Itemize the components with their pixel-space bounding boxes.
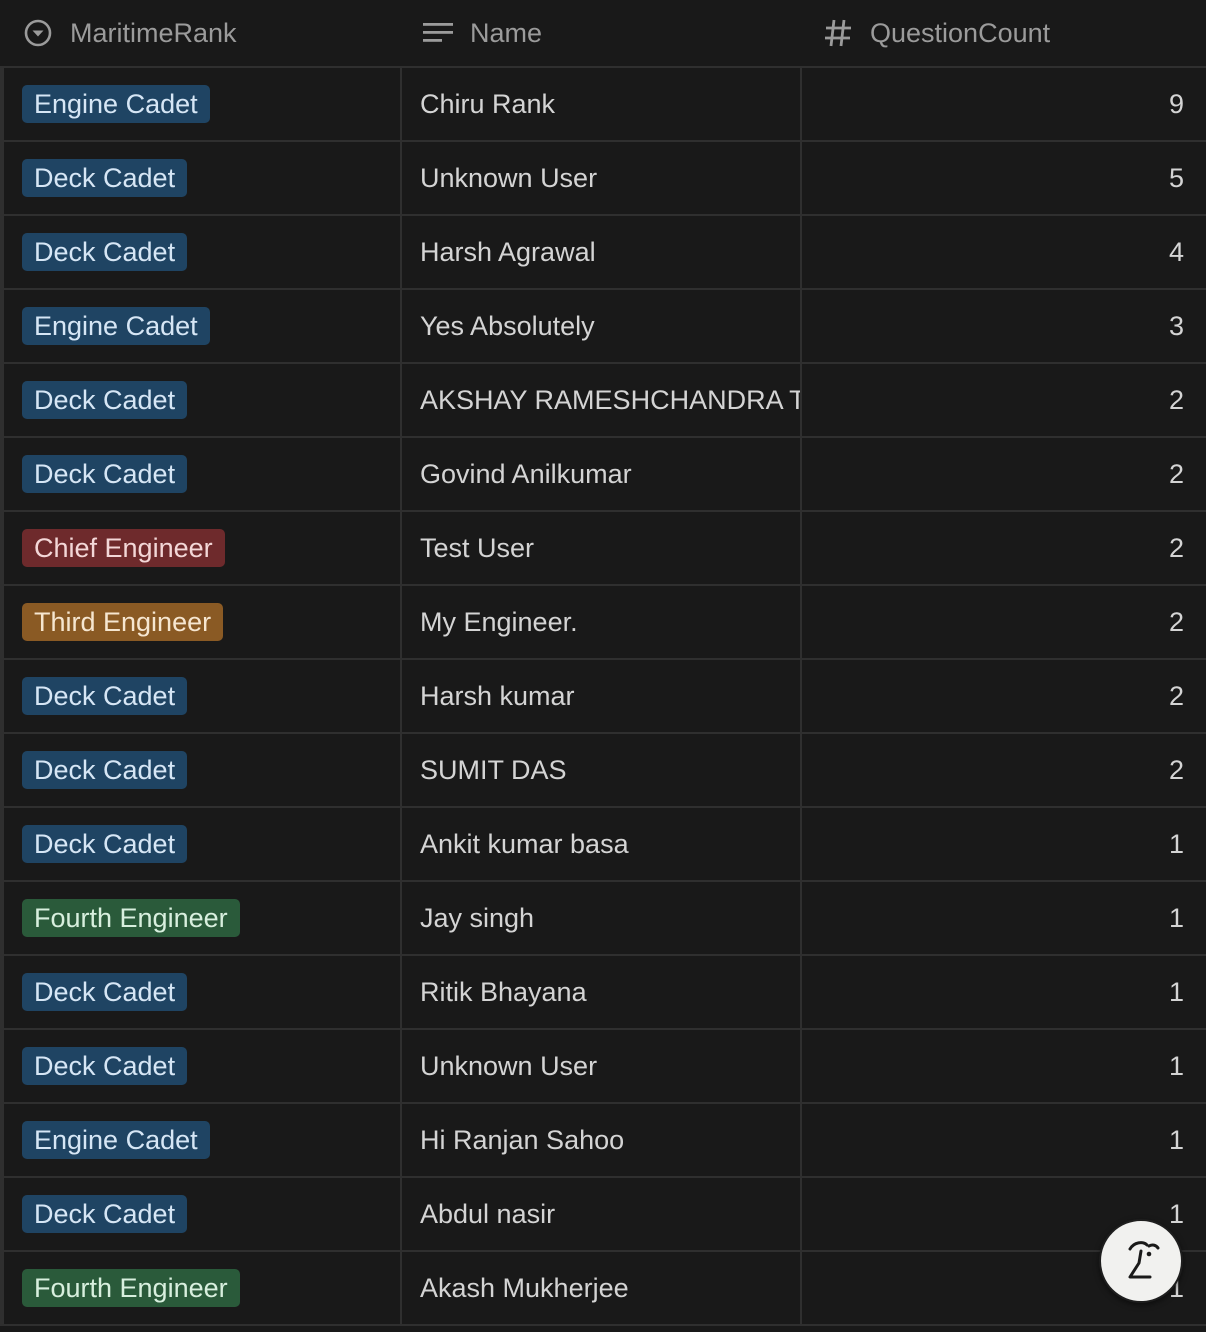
- cell-maritime-rank[interactable]: Third Engineer: [4, 586, 400, 658]
- cell-maritime-rank[interactable]: Deck Cadet: [4, 142, 400, 214]
- cell-name[interactable]: Ritik Bhayana: [400, 956, 800, 1028]
- cell-name[interactable]: Jay singh: [400, 882, 800, 954]
- cell-name[interactable]: My Engineer.: [400, 586, 800, 658]
- column-header-question-count[interactable]: QuestionCount: [800, 0, 1200, 66]
- cell-question-count[interactable]: 2: [800, 660, 1202, 732]
- cell-maritime-rank[interactable]: Deck Cadet: [4, 1178, 400, 1250]
- rank-tag: Deck Cadet: [22, 825, 188, 863]
- cell-question-count[interactable]: 2: [800, 438, 1202, 510]
- table-row[interactable]: Deck Cadet Abdul nasir 1: [0, 1178, 1206, 1252]
- rank-tag: Deck Cadet: [22, 677, 188, 715]
- cell-name[interactable]: Chiru Rank: [400, 68, 800, 140]
- rank-tag: Deck Cadet: [22, 233, 188, 271]
- table-header: MaritimeRank Name QuestionCount: [0, 0, 1206, 68]
- cell-question-count[interactable]: 2: [800, 586, 1202, 658]
- rank-tag: Fourth Engineer: [22, 1269, 240, 1307]
- text-lines-icon: [422, 17, 454, 49]
- cell-maritime-rank[interactable]: Deck Cadet: [4, 956, 400, 1028]
- cell-maritime-rank[interactable]: Engine Cadet: [4, 1104, 400, 1176]
- cell-maritime-rank[interactable]: Deck Cadet: [4, 734, 400, 806]
- cell-name[interactable]: Ankit kumar basa: [400, 808, 800, 880]
- rank-tag: Deck Cadet: [22, 1047, 188, 1085]
- cell-question-count[interactable]: 5: [800, 142, 1202, 214]
- table-row[interactable]: Engine Cadet Chiru Rank 9: [0, 68, 1206, 142]
- cell-question-count[interactable]: 9: [800, 68, 1202, 140]
- column-header-name[interactable]: Name: [400, 0, 800, 66]
- cell-maritime-rank[interactable]: Deck Cadet: [4, 216, 400, 288]
- table-row[interactable]: Third Engineer My Engineer. 2: [0, 586, 1206, 660]
- hash-icon: [822, 17, 854, 49]
- cell-name[interactable]: Hi Ranjan Sahoo: [400, 1104, 800, 1176]
- cell-question-count[interactable]: 4: [800, 216, 1202, 288]
- cell-question-count[interactable]: 1: [800, 882, 1202, 954]
- table-body: Engine Cadet Chiru Rank 9 Deck Cadet Unknown…: [0, 68, 1206, 1326]
- table-row[interactable]: Engine Cadet Hi Ranjan Sahoo 1: [0, 1104, 1206, 1178]
- cell-question-count[interactable]: 2: [800, 734, 1202, 806]
- table-row[interactable]: Chief Engineer Test User 2: [0, 512, 1206, 586]
- table-row[interactable]: Fourth Engineer Akash Mukherjee 1: [0, 1252, 1206, 1326]
- cell-question-count[interactable]: 1: [800, 1104, 1202, 1176]
- rank-tag: Deck Cadet: [22, 381, 188, 419]
- cell-maritime-rank[interactable]: Deck Cadet: [4, 438, 400, 510]
- table-row[interactable]: Fourth Engineer Jay singh 1: [0, 882, 1206, 956]
- cell-name[interactable]: Harsh kumar: [400, 660, 800, 732]
- cell-name[interactable]: Harsh Agrawal: [400, 216, 800, 288]
- table-row[interactable]: Deck Cadet AKSHAY RAMESHCHANDRA T2: [0, 364, 1206, 438]
- rank-tag: Deck Cadet: [22, 159, 188, 197]
- cell-maritime-rank[interactable]: Deck Cadet: [4, 808, 400, 880]
- cell-name[interactable]: SUMIT DAS: [400, 734, 800, 806]
- rank-tag: Third Engineer: [22, 603, 224, 641]
- rank-tag: Deck Cadet: [22, 1195, 188, 1233]
- table-row[interactable]: Deck Cadet Unknown User 1: [0, 1030, 1206, 1104]
- rank-tag: Engine Cadet: [22, 85, 210, 123]
- cell-question-count[interactable]: 1: [800, 808, 1202, 880]
- column-header-maritime-rank[interactable]: MaritimeRank: [0, 0, 400, 66]
- rank-tag: Engine Cadet: [22, 1121, 210, 1159]
- cell-question-count[interactable]: 3: [800, 290, 1202, 362]
- notion-ai-face-icon: [1116, 1233, 1166, 1290]
- select-icon: [22, 17, 54, 49]
- cell-name[interactable]: Test User: [400, 512, 800, 584]
- cell-question-count[interactable]: 2: [800, 364, 1202, 436]
- cell-maritime-rank[interactable]: Deck Cadet: [4, 364, 400, 436]
- cell-question-count[interactable]: 2: [800, 512, 1202, 584]
- cell-name[interactable]: Abdul nasir: [400, 1178, 800, 1250]
- cell-maritime-rank[interactable]: Deck Cadet: [4, 660, 400, 732]
- cell-maritime-rank[interactable]: Engine Cadet: [4, 68, 400, 140]
- database-table: MaritimeRank Name QuestionCount Engine C…: [0, 0, 1206, 1332]
- cell-name[interactable]: Akash Mukherjee: [400, 1252, 800, 1324]
- table-row[interactable]: Engine Cadet Yes Absolutely 3: [0, 290, 1206, 364]
- cell-name[interactable]: Yes Absolutely: [400, 290, 800, 362]
- table-row[interactable]: Deck Cadet Unknown User 5: [0, 142, 1206, 216]
- table-row[interactable]: Deck Cadet Ankit kumar basa 1: [0, 808, 1206, 882]
- rank-tag: Fourth Engineer: [22, 899, 240, 937]
- cell-name[interactable]: AKSHAY RAMESHCHANDRA T: [400, 364, 800, 436]
- table-row[interactable]: Deck Cadet SUMIT DAS 2: [0, 734, 1206, 808]
- cell-maritime-rank[interactable]: Engine Cadet: [4, 290, 400, 362]
- rank-tag: Engine Cadet: [22, 307, 210, 345]
- cell-maritime-rank[interactable]: Fourth Engineer: [4, 1252, 400, 1324]
- cell-maritime-rank[interactable]: Deck Cadet: [4, 1030, 400, 1102]
- rank-tag: Deck Cadet: [22, 973, 188, 1011]
- cell-name[interactable]: Unknown User: [400, 1030, 800, 1102]
- table-row[interactable]: Deck Cadet Ritik Bhayana 1: [0, 956, 1206, 1030]
- rank-tag: Chief Engineer: [22, 529, 225, 567]
- column-header-label: MaritimeRank: [70, 17, 237, 48]
- cell-maritime-rank[interactable]: Fourth Engineer: [4, 882, 400, 954]
- rank-tag: Deck Cadet: [22, 455, 188, 493]
- rank-tag: Deck Cadet: [22, 751, 188, 789]
- cell-name[interactable]: Unknown User: [400, 142, 800, 214]
- table-row[interactable]: Deck Cadet Govind Anilkumar 2: [0, 438, 1206, 512]
- table-row[interactable]: Deck Cadet Harsh Agrawal 4: [0, 216, 1206, 290]
- column-header-label: Name: [470, 17, 543, 48]
- cell-question-count[interactable]: 1: [800, 956, 1202, 1028]
- column-header-label: QuestionCount: [870, 17, 1051, 48]
- cell-maritime-rank[interactable]: Chief Engineer: [4, 512, 400, 584]
- cell-question-count[interactable]: 1: [800, 1030, 1202, 1102]
- cell-name[interactable]: Govind Anilkumar: [400, 438, 800, 510]
- table-row[interactable]: Deck Cadet Harsh kumar 2: [0, 660, 1206, 734]
- ai-assistant-button[interactable]: [1099, 1219, 1183, 1303]
